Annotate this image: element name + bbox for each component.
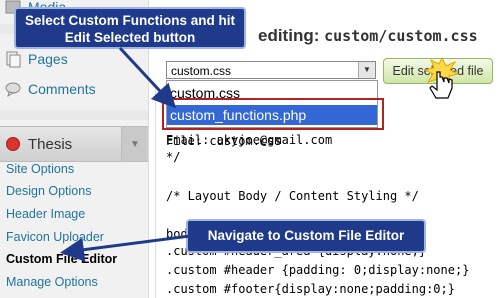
- file-select[interactable]: custom.css ▼: [166, 61, 376, 79]
- highlight-box: [162, 98, 384, 130]
- code-line: Email: akyjoe@gmail.com: [166, 133, 333, 147]
- divider: [155, 84, 156, 298]
- sidebar-item-design-options[interactable]: Design Options: [0, 180, 148, 202]
- callout-navigate-editor: Navigate to Custom File Editor: [186, 219, 426, 253]
- code-line: .custom #footer{display:none;padding:0;}: [166, 282, 455, 296]
- edit-selected-file-button[interactable]: Edit selected file: [383, 58, 493, 84]
- callout-select-custom-functions: Select Custom Functions and hit Edit Sel…: [14, 7, 246, 49]
- comments-icon: [4, 80, 22, 98]
- menu-item-label: Thesis: [28, 135, 73, 153]
- sidebar-item-manage-options[interactable]: Manage Options: [0, 271, 148, 293]
- menu-item-comments[interactable]: Comments: [0, 72, 148, 106]
- menu-item-thesis[interactable]: Thesis ▼: [0, 126, 148, 162]
- menu-item-label: Pages: [28, 51, 68, 67]
- chevron-down-icon[interactable]: ▼: [121, 127, 148, 161]
- pages-icon: [4, 50, 22, 68]
- sidebar-item-site-options[interactable]: Site Options: [0, 158, 148, 180]
- menu-item-label: Comments: [28, 81, 96, 97]
- thesis-icon: [6, 137, 20, 151]
- code-line: */: [166, 150, 181, 164]
- menu-separator: [0, 110, 148, 120]
- code-line: /* Layout Body / Content Styling */: [166, 189, 419, 203]
- sidebar-item-favicon-uploader[interactable]: Favicon Uploader: [0, 226, 148, 248]
- chevron-down-icon[interactable]: ▼: [358, 62, 375, 78]
- title-prefix: editing:: [258, 26, 320, 45]
- file-select-value: custom.css: [171, 64, 232, 78]
- sidebar-item-custom-file-editor[interactable]: Custom File Editor: [0, 248, 148, 270]
- page-title: editing: custom/custom.css: [258, 26, 478, 46]
- title-file: custom/custom.css: [324, 27, 478, 45]
- sidebar-item-header-image[interactable]: Header Image: [0, 203, 148, 225]
- code-line: .custom #header {padding: 0;display:none…: [166, 263, 470, 277]
